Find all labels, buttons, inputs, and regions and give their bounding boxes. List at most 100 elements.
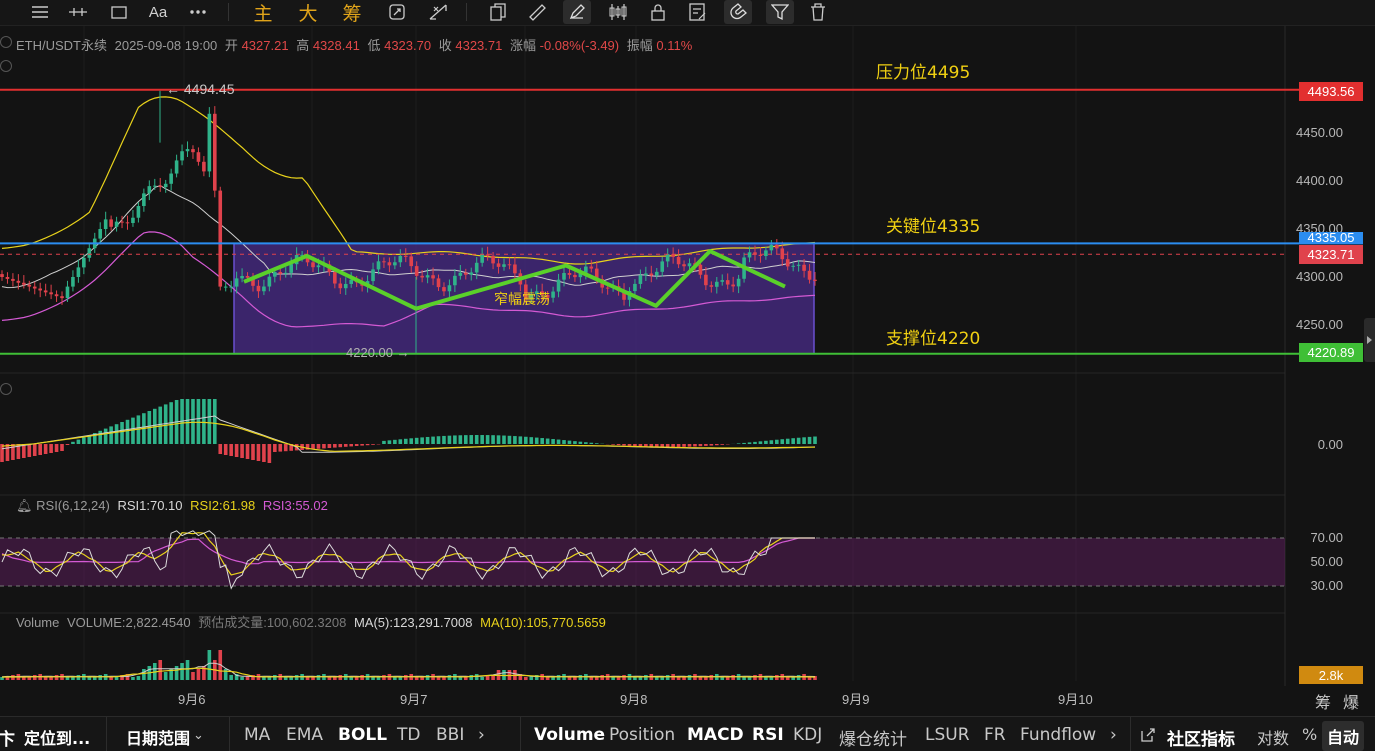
measure-icon[interactable] bbox=[427, 0, 449, 24]
external-link-icon[interactable] bbox=[1141, 727, 1155, 747]
indicator-liquidation[interactable]: 爆仓统计 bbox=[839, 725, 907, 750]
candle-body bbox=[32, 286, 37, 289]
volume-bar bbox=[207, 650, 212, 680]
date-axis-tick: 9月10 bbox=[1058, 692, 1093, 707]
candle-body bbox=[349, 279, 354, 284]
candle-body bbox=[698, 264, 703, 275]
note-icon[interactable] bbox=[688, 0, 708, 24]
key-level-annotation[interactable]: 关键位4335 bbox=[886, 212, 980, 237]
candle-body bbox=[371, 269, 375, 282]
chip-button[interactable]: 筹 bbox=[341, 0, 363, 25]
auto-scale-toggle[interactable]: 自动 bbox=[1322, 721, 1365, 751]
indicator-position[interactable]: Position bbox=[609, 725, 675, 745]
chip-corner-button[interactable]: 筹 bbox=[1315, 689, 1331, 713]
copy-icon[interactable] bbox=[488, 0, 508, 24]
macd-histogram-bar bbox=[775, 439, 779, 444]
lock-icon[interactable] bbox=[648, 0, 668, 24]
candle-body bbox=[43, 290, 48, 293]
candle-body bbox=[420, 275, 424, 278]
more-icon[interactable] bbox=[188, 0, 208, 24]
main-force-button[interactable]: 主 bbox=[252, 0, 274, 25]
candle-body bbox=[714, 281, 719, 287]
filter-icon[interactable] bbox=[766, 0, 794, 24]
candle-body bbox=[180, 151, 184, 161]
candle-body bbox=[785, 259, 790, 267]
macd-histogram-bar bbox=[212, 399, 217, 444]
resistance-annotation[interactable]: 压力位4495 bbox=[876, 58, 970, 83]
datetime-label: 2025-09-08 19:00 bbox=[114, 38, 218, 53]
magnet-icon[interactable] bbox=[724, 0, 752, 24]
macd-histogram-bar bbox=[791, 438, 795, 444]
indicator-rsi[interactable]: RSI bbox=[752, 725, 784, 745]
macd-collapse-icon[interactable] bbox=[0, 383, 12, 395]
macd-histogram-bar bbox=[453, 435, 457, 444]
candle-body bbox=[480, 254, 484, 263]
brush-icon[interactable] bbox=[563, 0, 591, 24]
text-tool-button[interactable]: Aa bbox=[146, 0, 170, 24]
indicator-lsur[interactable]: LSUR bbox=[925, 725, 970, 745]
indicator-boll[interactable]: BOLL bbox=[338, 725, 387, 745]
macd-histogram-bar bbox=[578, 441, 583, 444]
indicator-ema[interactable]: EMA bbox=[286, 725, 323, 745]
volume-bar bbox=[665, 675, 670, 680]
macd-histogram-bar bbox=[534, 437, 539, 444]
indicator-volume[interactable]: Volume bbox=[534, 725, 605, 745]
volume-bar bbox=[731, 675, 735, 680]
candle-body bbox=[589, 266, 594, 269]
settings-dot-icon[interactable] bbox=[0, 60, 12, 72]
macd-histogram-bar bbox=[267, 444, 272, 463]
locate-icon[interactable]: 卞 bbox=[0, 725, 15, 750]
macd-histogram-bar bbox=[49, 444, 53, 453]
indicator-bbi[interactable]: BBI bbox=[436, 725, 464, 745]
side-panel-toggle[interactable] bbox=[1364, 318, 1375, 362]
indicator-fr[interactable]: FR bbox=[984, 725, 1006, 745]
macd-histogram-bar bbox=[447, 435, 452, 444]
macd-axis-tick: 0.00 bbox=[1317, 437, 1343, 452]
macd-histogram-bar bbox=[322, 444, 326, 449]
trash-icon[interactable] bbox=[808, 0, 828, 24]
candle-body bbox=[469, 272, 474, 275]
candle-body bbox=[114, 221, 119, 227]
candles-icon[interactable] bbox=[607, 0, 629, 24]
macd-histogram-bar bbox=[283, 444, 288, 452]
bell-icon[interactable]: 🔔︎ bbox=[16, 498, 33, 513]
macd-histogram-bar bbox=[753, 441, 757, 444]
range-annotation[interactable]: 窄幅震荡 bbox=[494, 289, 550, 309]
collapse-icon[interactable] bbox=[0, 36, 12, 48]
candle-body bbox=[382, 261, 386, 263]
horizontal-line-icon[interactable] bbox=[68, 0, 88, 24]
amplitude-label: 振幅 bbox=[626, 38, 653, 53]
rectangle-icon[interactable] bbox=[109, 0, 129, 24]
macd-histogram-bar bbox=[742, 442, 746, 444]
locate-button[interactable]: 定位到... bbox=[24, 725, 90, 749]
community-indicators-button[interactable]: 社区指标 bbox=[1167, 725, 1235, 750]
close-value: 4323.71 bbox=[455, 38, 503, 53]
change-value: -0.08%(-3.49) bbox=[539, 38, 620, 53]
sub-indicators-more-icon[interactable]: › bbox=[1110, 725, 1117, 745]
log-scale-toggle[interactable]: 对数 bbox=[1257, 725, 1289, 749]
date-range-button[interactable]: 日期范围 bbox=[126, 725, 190, 749]
indicator-macd[interactable]: MACD bbox=[687, 725, 744, 745]
indicator-fundflow[interactable]: Fundflow bbox=[1020, 725, 1096, 745]
chevron-down-icon[interactable]: ⌄ bbox=[193, 728, 204, 743]
boll-upper-line bbox=[1, 96, 816, 265]
support-annotation[interactable]: 支撑位4220 bbox=[886, 324, 980, 349]
macd-histogram-bar bbox=[540, 438, 544, 444]
redo-icon[interactable] bbox=[386, 0, 408, 24]
menu-icon[interactable] bbox=[30, 0, 50, 24]
candle-body bbox=[807, 270, 812, 280]
volume-bar bbox=[524, 677, 528, 680]
indicator-td[interactable]: TD bbox=[397, 725, 420, 745]
indicator-kdj[interactable]: KDJ bbox=[793, 725, 822, 745]
liquidation-corner-button[interactable]: 爆 bbox=[1343, 689, 1359, 713]
candle-body bbox=[267, 276, 272, 287]
large-order-button[interactable]: 大 bbox=[297, 0, 319, 25]
ruler-icon[interactable] bbox=[527, 0, 547, 24]
main-indicators-more-icon[interactable]: › bbox=[478, 725, 485, 745]
percent-scale-toggle[interactable]: % bbox=[1302, 725, 1317, 744]
candle-body bbox=[704, 274, 708, 286]
candle-body bbox=[638, 275, 643, 284]
indicator-ma[interactable]: MA bbox=[244, 725, 270, 745]
macd-histogram-bar bbox=[556, 439, 561, 444]
macd-histogram-bar bbox=[747, 442, 752, 444]
